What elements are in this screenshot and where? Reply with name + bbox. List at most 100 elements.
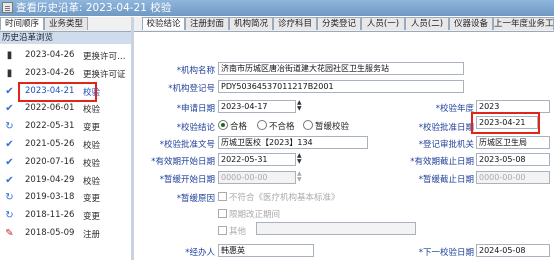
- history-action: 变更: [83, 194, 101, 205]
- suspend-end-field[interactable]: 0000-00-00: [476, 171, 550, 184]
- pencil-icon: ✎: [5, 228, 14, 239]
- history-action: 校验: [83, 105, 101, 116]
- history-date: 2019-03-18: [25, 192, 75, 203]
- conclusion-label: *校验结论: [176, 123, 215, 133]
- check-icon: ✔: [5, 174, 14, 186]
- history-action: 校验: [83, 176, 101, 187]
- history-date: 2021-05-26: [25, 139, 75, 149]
- refresh-icon: ↻: [5, 121, 14, 133]
- valid-start-label: *有效期开始日期: [151, 157, 215, 167]
- reason-correction-checkbox[interactable]: 限期改正期间: [218, 208, 280, 220]
- radio-dot-icon: [303, 120, 313, 130]
- history-date: 2020-07-16: [25, 156, 75, 167]
- history-action: 变更: [83, 123, 101, 134]
- history-date: 2018-11-26: [25, 210, 75, 221]
- history-item[interactable]: ▮ 2023-04-26 更换许可…: [0, 48, 131, 63]
- history-item[interactable]: ↻ 2022-05-31 变更: [0, 119, 131, 134]
- next-date-field[interactable]: 2024-05-08: [476, 244, 550, 257]
- tab-staff-1[interactable]: 人员(一): [361, 17, 405, 30]
- history-item[interactable]: ↻ 2018-11-26 变更: [0, 208, 131, 223]
- tab-check-conclusion[interactable]: 校验结论: [142, 17, 185, 30]
- valid-end-label: *有效期截止日期: [410, 157, 474, 167]
- radio-dot-icon: [218, 120, 228, 130]
- history-action: 注册: [83, 230, 101, 240]
- org-name-label: *机构名称: [176, 66, 215, 76]
- reason-other-field[interactable]: [256, 222, 416, 235]
- apply-date-spin-icon[interactable]: ▲ ▼: [297, 100, 303, 112]
- checkbox-box-icon: [218, 192, 227, 201]
- history-date: 2019-04-29: [25, 174, 75, 185]
- history-date: 2022-05-31: [25, 121, 75, 132]
- left-tab-strip: 时间顺序 业务类型: [0, 17, 131, 32]
- check-year-label: *校验年度: [435, 104, 474, 114]
- history-date: 2022-06-01: [25, 103, 75, 114]
- reason-correction-label: 限期改正期间: [229, 210, 281, 220]
- doc-no-field[interactable]: 历城卫医校【2023】134: [218, 136, 368, 149]
- valid-start-field[interactable]: 2022-05-31: [218, 153, 296, 166]
- suspend-reason-label: *暂缓原因: [176, 194, 215, 204]
- history-item[interactable]: ✎ 2018-05-09 注册: [0, 226, 131, 241]
- history-panel-header: 历史沿革浏览: [0, 32, 131, 44]
- checkbox-box-icon: [218, 209, 227, 218]
- approve-date-highlight-box: [471, 112, 540, 134]
- history-item[interactable]: ↻ 2019-03-18 变更: [0, 190, 131, 205]
- reason-other-checkbox[interactable]: 其他: [218, 225, 246, 237]
- history-action: 校验: [83, 141, 101, 151]
- tab-instruments[interactable]: 仪器设备: [449, 17, 493, 30]
- radio-suspend[interactable]: 暂缓校验: [303, 120, 349, 132]
- tab-org-summary[interactable]: 机构简况: [229, 17, 273, 30]
- radio-suspend-label: 暂缓校验: [315, 122, 350, 132]
- reason-standard-checkbox[interactable]: 不符合《医疗机构基本标准》: [218, 191, 340, 203]
- suspend-start-field[interactable]: 0000-00-00: [218, 171, 296, 184]
- history-item[interactable]: ✔ 2021-05-26 校验: [0, 137, 131, 152]
- dark-doc-icon: ▮: [6, 50, 13, 61]
- history-action: 更换许可…: [83, 52, 126, 62]
- handler-field[interactable]: 韩惠英: [218, 244, 314, 257]
- approve-date-label: *校验批准日期: [418, 123, 474, 133]
- tab-clinical-subjects[interactable]: 诊疗科目: [273, 17, 317, 30]
- doc-no-label: *校验批准文号: [159, 140, 215, 150]
- tab-time-order[interactable]: 时间顺序: [0, 17, 44, 30]
- history-action: 变更: [83, 212, 101, 223]
- radio-qualified[interactable]: 合格: [218, 120, 247, 132]
- refresh-icon: ↻: [5, 210, 14, 222]
- suspend-start-spin-icon[interactable]: ▲ ▼: [297, 171, 303, 183]
- radio-dot-icon: [257, 120, 267, 130]
- authority-label: *登记审批机关: [418, 140, 474, 150]
- history-date: 2018-05-09: [25, 228, 75, 238]
- history-item[interactable]: ✔ 2020-07-16 校验: [0, 155, 131, 170]
- radio-unqualified[interactable]: 不合格: [257, 120, 295, 132]
- history-action: 更换许可证: [83, 69, 126, 80]
- check-icon: ✔: [5, 156, 14, 168]
- history-item[interactable]: ▮ 2023-04-26 更换许可证: [0, 66, 131, 81]
- apply-date-label: *申请日期: [176, 104, 215, 114]
- valid-start-spin-icon[interactable]: ▲ ▼: [297, 153, 303, 165]
- check-icon: ✔: [5, 139, 14, 150]
- handler-label: *经办人: [185, 248, 215, 258]
- history-item[interactable]: ✔ 2022-06-01 校验: [0, 101, 131, 116]
- reg-no-field[interactable]: PDY50364537011217B2001: [218, 80, 464, 93]
- tab-business-type[interactable]: 业务类型: [44, 17, 88, 30]
- history-date: 2023-04-26: [25, 67, 75, 78]
- reg-no-label: *机构登记号: [168, 84, 215, 94]
- history-date: 2023-04-26: [25, 50, 75, 60]
- radio-unqualified-label: 不合格: [269, 122, 295, 132]
- org-name-field[interactable]: 济南市历城区唐冶街道建大花园社区卫生服务站: [218, 62, 464, 75]
- title-bar: 查看历史沿革: 2023-04-21 校验: [0, 0, 554, 16]
- refresh-icon: ↻: [5, 192, 14, 204]
- suspend-end-label: *暂缓截止日期: [418, 175, 474, 185]
- history-item[interactable]: ✔ 2019-04-29 校验: [0, 173, 131, 188]
- reason-standard-label: 不符合《医疗机构基本标准》: [229, 193, 340, 203]
- checkbox-box-icon: [218, 226, 227, 235]
- history-action: 校验: [83, 158, 101, 169]
- valid-end-field[interactable]: 2023-05-08: [476, 153, 550, 166]
- tab-category-registration[interactable]: 分类登记: [317, 17, 361, 30]
- apply-date-field[interactable]: 2023-04-17: [218, 100, 296, 113]
- detail-tab-strip: 校验结论 注册封面 机构简况 诊疗科目 分类登记 人员(一) 人员(二) 仪器设…: [134, 17, 554, 32]
- check-conclusion-form: *机构名称 济南市历城区唐冶街道建大花园社区卫生服务站 *机构登记号 PDY50…: [134, 32, 554, 260]
- authority-field[interactable]: 历城区卫生局: [476, 136, 550, 149]
- tab-staff-2[interactable]: 人员(二): [405, 17, 449, 30]
- suspend-start-label: *暂缓开始日期: [159, 175, 215, 185]
- tab-registration-cover[interactable]: 注册封面: [185, 17, 229, 30]
- tab-last-year-business[interactable]: 上一年度业务工: [493, 17, 554, 30]
